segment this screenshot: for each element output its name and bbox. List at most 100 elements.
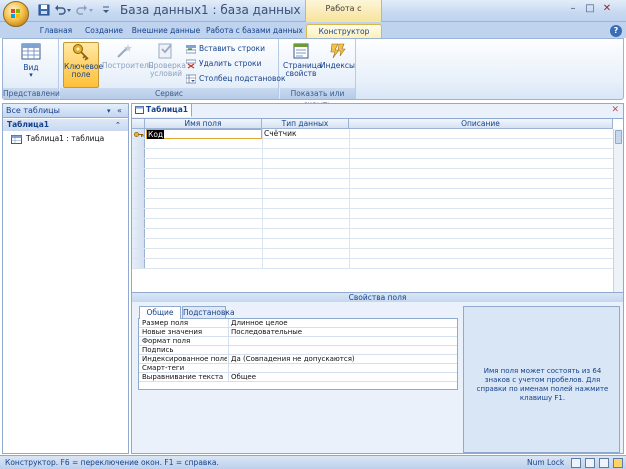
nav-collapse-icon[interactable]: « bbox=[117, 104, 122, 118]
delete-rows-button[interactable]: Удалить строки bbox=[186, 57, 261, 71]
indexes-button[interactable]: Индексы bbox=[320, 42, 355, 70]
property-sheet-button[interactable]: Страница свойств bbox=[283, 42, 322, 78]
property-label: Смарт-теги bbox=[142, 364, 185, 372]
view-button[interactable]: Вид ▾ bbox=[9, 42, 53, 79]
builder-label: Построитель bbox=[102, 61, 154, 70]
context-tab-title: Работа с таблицами bbox=[305, 0, 382, 31]
scrollbar-thumb[interactable] bbox=[615, 130, 622, 144]
property-value[interactable]: Длинное целое bbox=[228, 319, 456, 328]
indexes-lightning-icon bbox=[330, 43, 346, 59]
builder-button[interactable]: Построитель bbox=[102, 42, 153, 70]
help-text: Имя поля может состоять из 64 знаков с у… bbox=[476, 367, 609, 402]
nav-dropdown-icon[interactable]: ▾ bbox=[107, 104, 111, 118]
document-close-icon[interactable]: ✕ bbox=[611, 105, 619, 115]
property-row[interactable]: Индексированное поле Да (Совпадения не до… bbox=[139, 355, 457, 364]
tab-general[interactable]: Общие bbox=[139, 306, 181, 319]
design-view-status-icon[interactable] bbox=[613, 458, 623, 468]
show-hide-group: Страница свойств Индексы Показать или ск… bbox=[280, 39, 356, 109]
redo-icon[interactable] bbox=[76, 4, 88, 16]
table-row[interactable] bbox=[132, 259, 613, 269]
table-icon bbox=[11, 134, 22, 144]
table-row[interactable] bbox=[132, 209, 613, 219]
insert-rows-button[interactable]: Вставить строки bbox=[186, 42, 265, 56]
tab-design[interactable]: Конструктор bbox=[306, 24, 382, 38]
redo-dropdown-icon[interactable] bbox=[88, 4, 94, 16]
nav-group-header[interactable]: Таблица1 ⌃ bbox=[3, 119, 128, 131]
property-sheet-label: Страница свойств bbox=[283, 61, 322, 78]
document-tab-table1[interactable]: Таблица1 bbox=[132, 104, 192, 117]
table-row[interactable] bbox=[132, 239, 613, 249]
table-row[interactable] bbox=[132, 249, 613, 259]
table-row[interactable] bbox=[132, 199, 613, 209]
property-sheet-icon bbox=[293, 43, 309, 59]
lookup-column-button[interactable]: Столбец подстановок bbox=[186, 72, 286, 86]
document-area: Таблица1 ✕ Имя поля Тип данных Описание … bbox=[131, 103, 624, 454]
data-type-cell[interactable]: Счётчик bbox=[264, 129, 297, 139]
property-row[interactable]: Формат поля bbox=[139, 337, 457, 346]
field-properties-panel: Общие Подстановка Размер поля Длинное цел… bbox=[135, 306, 460, 453]
table-row[interactable] bbox=[132, 159, 613, 169]
pivotchart-view-status-icon[interactable] bbox=[599, 458, 609, 468]
nav-pane-header[interactable]: Все таблицы ▾ « bbox=[3, 104, 128, 118]
table-row[interactable] bbox=[132, 229, 613, 239]
property-value[interactable]: Общее bbox=[228, 373, 456, 382]
property-row[interactable]: Выравнивание текста Общее bbox=[139, 373, 457, 382]
table-row[interactable] bbox=[132, 189, 613, 199]
tools-group-label: Сервис bbox=[60, 88, 278, 99]
datasheet-view-status-icon[interactable] bbox=[571, 458, 581, 468]
group-collapse-icon[interactable]: ⌃ bbox=[115, 119, 121, 131]
property-value[interactable] bbox=[228, 346, 456, 355]
key-icon bbox=[73, 44, 89, 61]
field-name-cell[interactable]: Код bbox=[146, 129, 262, 139]
property-value[interactable] bbox=[228, 337, 456, 346]
description-cell[interactable] bbox=[351, 129, 611, 139]
help-icon[interactable]: ? bbox=[610, 25, 622, 37]
ribbon: Вид ▾ Представления Ключевое поле Постро… bbox=[2, 38, 624, 109]
property-row[interactable]: Смарт-теги bbox=[139, 364, 457, 373]
field-properties-label: Свойства поля bbox=[132, 292, 623, 302]
maximize-button[interactable]: □ bbox=[583, 3, 597, 16]
tab-lookup[interactable]: Подстановка bbox=[182, 306, 235, 318]
undo-icon[interactable] bbox=[54, 4, 66, 16]
check-rules-icon bbox=[158, 43, 172, 59]
table-design-icon bbox=[135, 106, 144, 114]
pivottable-view-status-icon[interactable] bbox=[585, 458, 595, 468]
property-row[interactable]: Размер поля Длинное целое bbox=[139, 319, 457, 328]
key-field-button[interactable]: Ключевое поле bbox=[63, 42, 103, 88]
property-row[interactable]: Подпись bbox=[139, 346, 457, 355]
save-icon[interactable] bbox=[38, 4, 50, 16]
table-row[interactable] bbox=[132, 169, 613, 179]
lookup-column-icon bbox=[186, 74, 196, 84]
table-row[interactable] bbox=[132, 139, 613, 149]
column-header-field-name: Имя поля bbox=[145, 119, 262, 129]
nav-item-table1[interactable]: Таблица1 : таблица bbox=[11, 133, 104, 144]
property-value[interactable] bbox=[228, 364, 456, 373]
check-conditions-button[interactable]: Проверка условий bbox=[148, 42, 186, 78]
vertical-scrollbar[interactable] bbox=[613, 129, 623, 299]
office-button[interactable] bbox=[3, 1, 29, 27]
minimize-button[interactable]: – bbox=[566, 3, 580, 16]
table-row[interactable] bbox=[132, 149, 613, 159]
customize-qat-icon[interactable] bbox=[102, 4, 110, 16]
table-row[interactable] bbox=[132, 179, 613, 189]
undo-dropdown-icon[interactable] bbox=[66, 4, 72, 16]
tab-database-tools[interactable]: Работа с базами данных bbox=[206, 24, 303, 38]
property-value[interactable]: Последовательные bbox=[228, 328, 456, 337]
tab-external-data[interactable]: Внешние данные bbox=[130, 24, 202, 38]
property-value[interactable]: Да (Совпадения не допускаются) bbox=[228, 355, 456, 364]
insert-rows-icon bbox=[186, 45, 196, 54]
property-label: Новые значения bbox=[142, 328, 203, 336]
property-label: Подпись bbox=[142, 346, 174, 354]
column-divider bbox=[262, 129, 263, 269]
table-row[interactable] bbox=[132, 219, 613, 229]
chevron-down-icon: ▾ bbox=[29, 71, 33, 79]
views-group: Вид ▾ Представления bbox=[3, 39, 65, 99]
property-row[interactable]: Новые значения Последовательные bbox=[139, 328, 457, 337]
field-grid: Имя поля Тип данных Описание Код Счётчик bbox=[132, 118, 623, 299]
tab-home[interactable]: Главная bbox=[34, 24, 78, 38]
num-lock-indicator: Num Lock bbox=[527, 458, 565, 467]
column-header-description: Описание bbox=[349, 119, 613, 129]
views-group-label: Представления bbox=[3, 88, 65, 99]
tab-create[interactable]: Создание bbox=[82, 24, 126, 38]
close-button[interactable]: ✕ bbox=[600, 3, 614, 16]
